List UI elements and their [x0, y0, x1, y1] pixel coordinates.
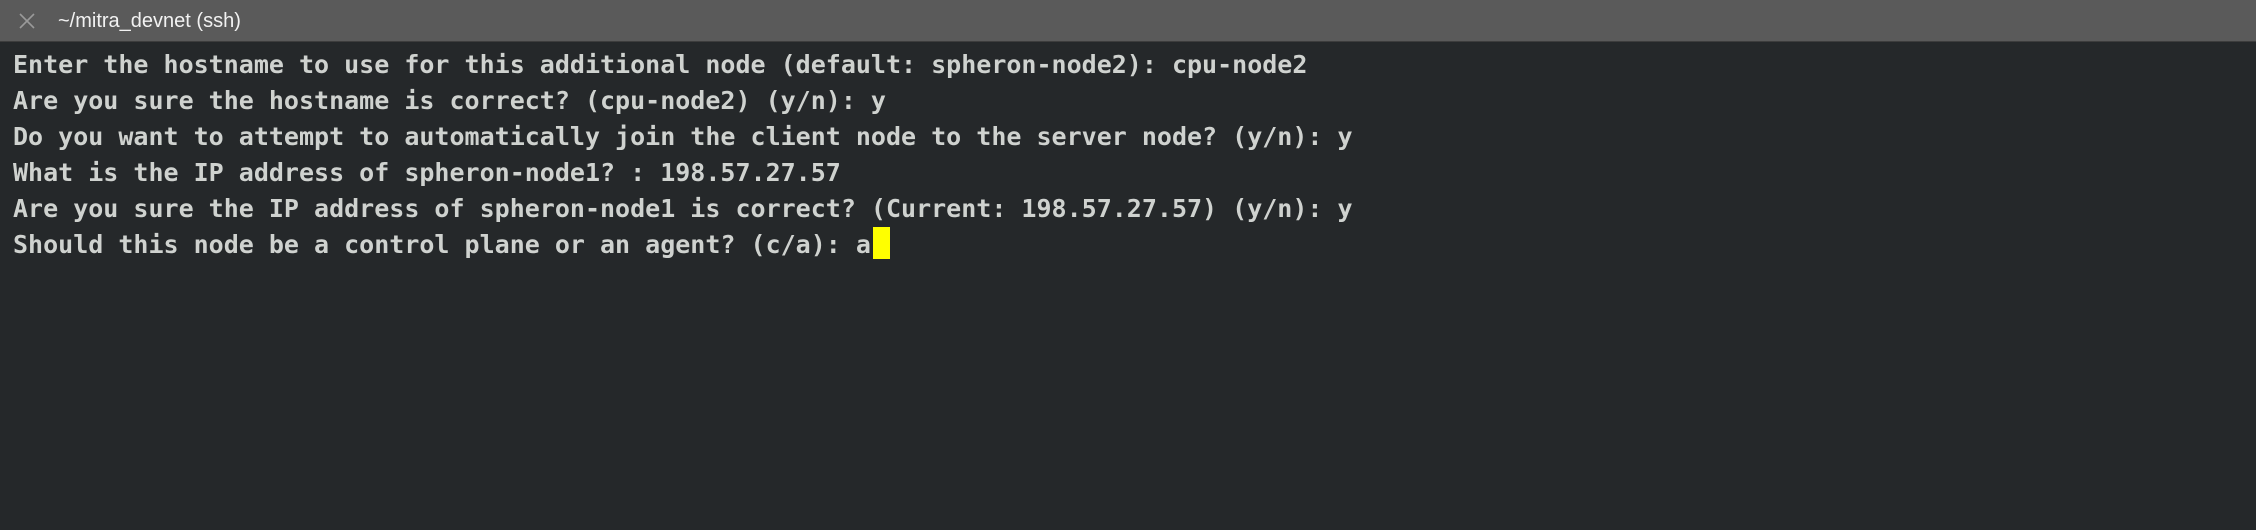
- close-icon[interactable]: [16, 10, 38, 32]
- terminal-line: Are you sure the hostname is correct? (c…: [13, 86, 886, 115]
- terminal-window: ~/mitra_devnet (ssh) Enter the hostname …: [0, 0, 2256, 530]
- terminal-lines: Enter the hostname to use for this addit…: [13, 47, 1353, 263]
- terminal-line: What is the IP address of spheron-node1?…: [13, 158, 841, 187]
- terminal-line: Enter the hostname to use for this addit…: [13, 50, 1308, 79]
- terminal-line: Do you want to attempt to automatically …: [13, 122, 1353, 151]
- terminal-line: Are you sure the IP address of spheron-n…: [13, 194, 1353, 223]
- window-title: ~/mitra_devnet (ssh): [58, 10, 241, 32]
- title-bar: ~/mitra_devnet (ssh): [0, 0, 2256, 42]
- terminal-output[interactable]: Enter the hostname to use for this addit…: [0, 43, 2256, 530]
- terminal-line-active[interactable]: Should this node be a control plane or a…: [13, 227, 1353, 263]
- terminal-cursor: [872, 227, 890, 259]
- terminal-line-text: Should this node be a control plane or a…: [13, 230, 871, 259]
